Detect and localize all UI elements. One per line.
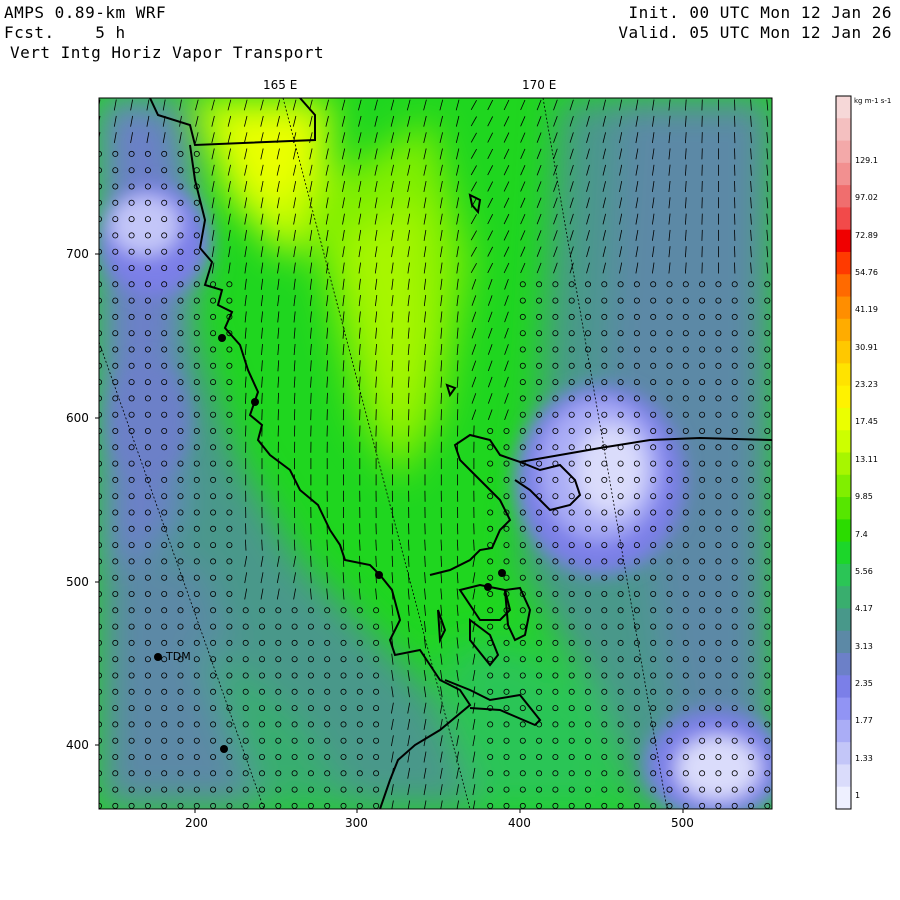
colorbar-label: 129.1 [855,156,878,165]
colorbar-swatch [836,274,851,298]
station-marker [498,569,506,577]
colorbar-swatch [836,341,851,364]
colorbar-swatch [836,474,851,498]
colorbar-label: 7.4 [855,529,868,539]
colorbar-swatch [836,653,851,676]
colorbar-label: 72.89 [855,230,878,240]
colorbar-label: 5.56 [855,566,873,576]
colorbar-swatch [836,742,851,765]
colorbar-swatch [836,251,851,275]
colorbar-swatch [836,385,851,409]
colorbar-label: 1 [855,791,861,800]
station-marker [218,334,226,342]
colorbar-swatch [836,296,851,320]
colorbar-swatch [836,363,851,387]
colorbar-label: 41.19 [855,305,878,315]
colorbar-label: 13.11 [855,454,878,464]
colorbar-swatch [836,318,851,342]
colorbar-swatch [836,563,851,587]
station-label-tdm: TDM [166,650,191,663]
station-marker [375,571,383,579]
colorbar-units: kg m-1 s-1 [854,97,892,105]
colorbar-swatch [836,430,851,453]
colorbar-swatch [836,207,851,231]
colorbar-swatch [836,452,851,476]
colorbar-swatch [836,630,851,654]
station-marker [484,583,492,591]
colorbar-swatch [836,719,851,743]
colorbar-label: 1.77 [855,716,873,726]
colorbar-label: 4.17 [855,604,873,614]
colorbar-label: 97.02 [855,193,878,203]
colorbar-swatch [836,229,851,253]
colorbar-swatch [836,697,851,721]
colorbar-swatch [836,118,851,142]
colorbar-swatch [836,675,851,699]
colorbar-label: 2.35 [855,678,873,688]
colorbar-label: 3.13 [855,641,873,651]
station-marker [251,398,259,406]
colorbar-swatch [836,185,851,208]
colorbar-label: 9.85 [855,492,873,502]
colorbar [836,96,851,810]
colorbar-swatch [836,764,851,788]
colorbar-swatch [836,140,851,164]
colorbar-swatch [836,541,851,565]
colorbar-label: 1.33 [855,753,873,763]
colorbar-swatch [836,786,851,810]
colorbar-label: 23.23 [855,380,878,390]
colorbar-swatch [836,497,851,520]
station-marker [154,653,162,661]
colorbar-swatch [836,162,851,186]
map-figure [95,95,852,813]
colorbar-label: 54.76 [855,268,878,278]
colorbar-label: 30.91 [855,342,878,352]
colorbar-swatch [836,586,851,609]
colorbar-swatch [836,519,851,543]
colorbar-swatch [836,96,851,119]
colorbar-swatch [836,407,851,431]
colorbar-swatch [836,608,851,632]
station-marker [220,745,228,753]
colorbar-label: 17.45 [855,417,878,427]
